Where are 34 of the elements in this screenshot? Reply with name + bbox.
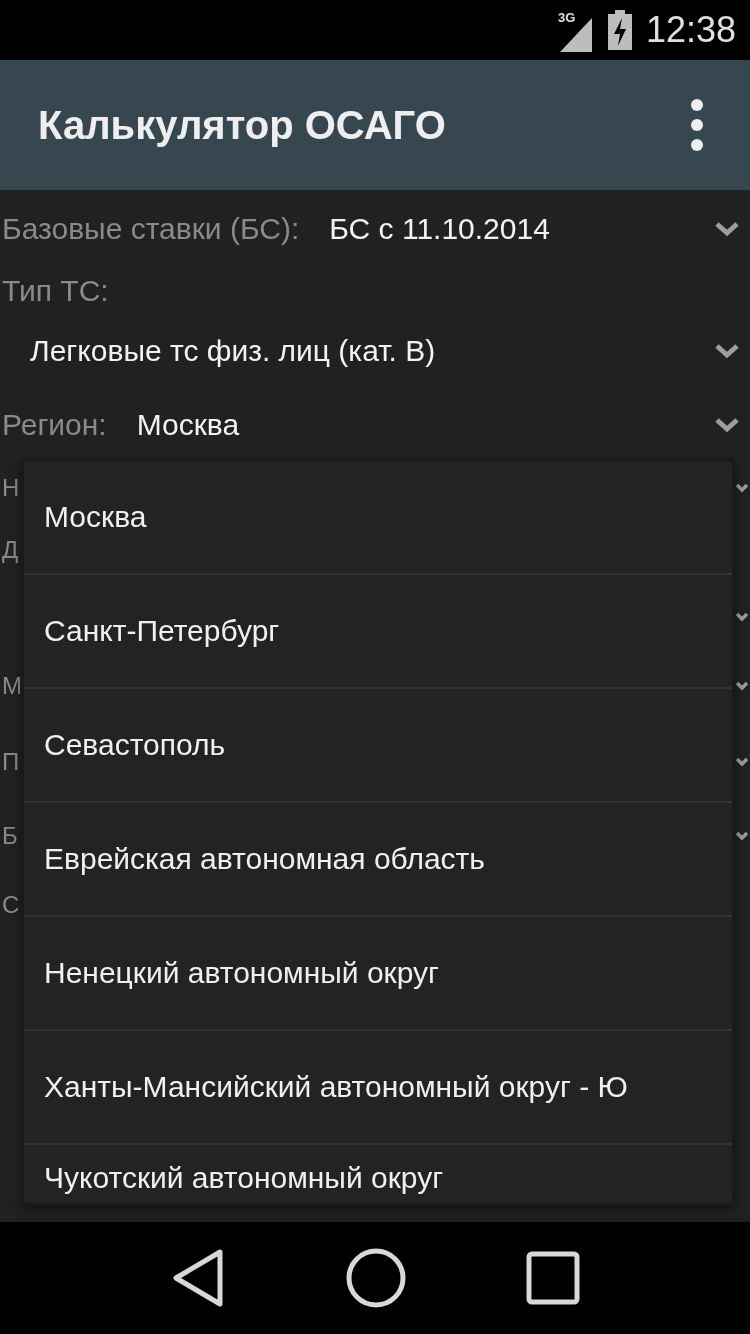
more-vertical-icon: [690, 98, 704, 152]
chevron-down-icon: [735, 756, 749, 767]
chevron-down-icon: [735, 483, 749, 493]
recent-apps-button[interactable]: [526, 1251, 581, 1305]
field-label: М: [2, 672, 22, 700]
chevron-down-icon: [714, 343, 740, 359]
network-label: 3G: [557, 10, 576, 25]
field-label: Регион:: [2, 408, 107, 442]
clock-time: 12:38: [645, 9, 736, 51]
chevron-down-icon: [714, 417, 740, 433]
field-label: Б: [2, 822, 18, 850]
region-option[interactable]: Чукотский автономный округ: [24, 1145, 732, 1203]
region-option[interactable]: Еврейская автономная область: [24, 803, 732, 917]
chevron-down-icon: [735, 831, 749, 841]
region-option[interactable]: Москва: [24, 461, 732, 575]
region-option[interactable]: Ненецкий автономный округ: [24, 917, 732, 1031]
region-option[interactable]: Ханты-Мансийский автономный округ - Ю: [24, 1031, 732, 1145]
region-option[interactable]: Севастополь: [24, 689, 732, 803]
chevron-down-icon: [714, 221, 740, 237]
home-button[interactable]: [345, 1247, 407, 1309]
field-label: Н: [2, 474, 20, 502]
app-title: Калькулятор ОСАГО: [38, 102, 446, 148]
field-label: П: [2, 747, 20, 776]
field-label: Д: [2, 536, 19, 564]
region-option[interactable]: Санкт-Петербург: [24, 575, 732, 689]
field-label: С: [2, 891, 20, 919]
dropdown-value[interactable]: БС с 11.10.2014: [329, 212, 550, 246]
battery-charging-icon: [607, 10, 632, 50]
chevron-down-icon: [735, 612, 749, 622]
dropdown-value[interactable]: Легковые тс физ. лиц (кат. B): [30, 334, 436, 368]
chevron-down-icon: [735, 681, 749, 691]
field-label: Тип ТС:: [2, 274, 109, 308]
field-label: Базовые ставки (БС):: [2, 212, 300, 246]
dropdown-value[interactable]: Москва: [136, 408, 240, 442]
